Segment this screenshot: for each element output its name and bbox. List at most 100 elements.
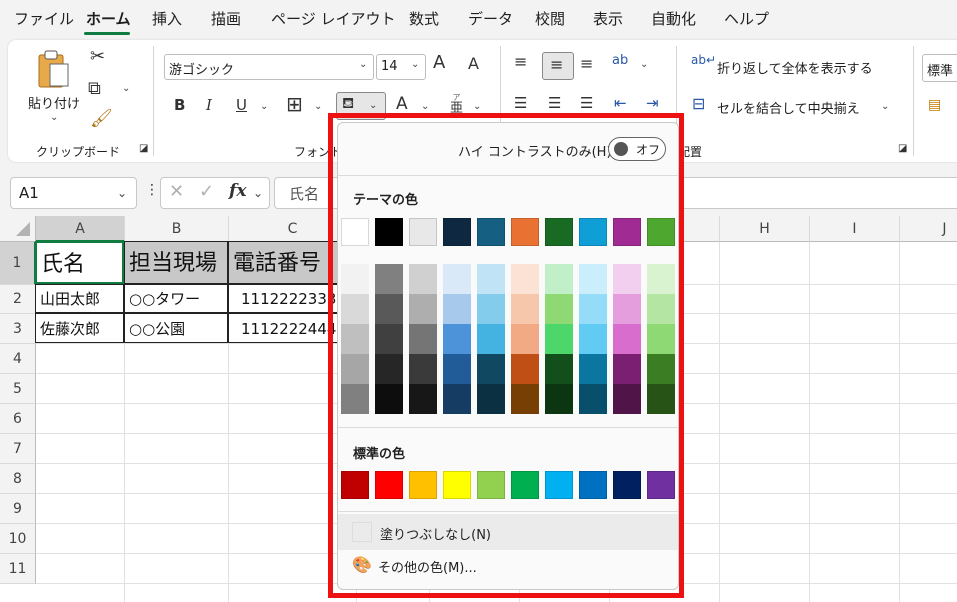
theme-color-swatch[interactable] (545, 218, 573, 246)
standard-color-swatch[interactable] (613, 471, 641, 499)
theme-color-swatch[interactable] (511, 218, 539, 246)
column-header-h[interactable]: H (720, 216, 810, 242)
menu-review[interactable]: 校閲 (535, 8, 565, 29)
cell-a1[interactable]: 氏名 (35, 241, 124, 284)
row-header-6[interactable]: 6 (0, 404, 36, 434)
theme-color-swatch[interactable] (613, 218, 641, 246)
theme-shade-swatch[interactable] (647, 294, 675, 324)
wrap-text-icon[interactable]: ab↵ (691, 54, 716, 66)
theme-color-swatch[interactable] (647, 218, 675, 246)
merge-center-icon[interactable]: ⊟ (692, 96, 705, 112)
theme-shade-swatch[interactable] (545, 384, 573, 414)
row-header-4[interactable]: 4 (0, 344, 36, 374)
chevron-down-icon[interactable]: ⌄ (117, 187, 127, 199)
theme-shade-swatch[interactable] (443, 264, 471, 294)
format-painter-icon[interactable]: 🖌 (90, 110, 113, 128)
standard-color-swatch[interactable] (477, 471, 505, 499)
font-color-dropdown-icon[interactable]: ⌄ (421, 102, 429, 112)
cell-b1[interactable]: 担当現場 (124, 241, 228, 284)
theme-shade-swatch[interactable] (647, 354, 675, 384)
standard-color-swatch[interactable] (409, 471, 437, 499)
menu-automate[interactable]: 自動化 (651, 8, 696, 29)
align-bottom-icon[interactable]: ≡ (580, 56, 593, 72)
phonetic-icon[interactable]: ア亜 (450, 94, 463, 116)
copy-dropdown-icon[interactable]: ⌄ (122, 84, 130, 94)
theme-shade-swatch[interactable] (443, 324, 471, 354)
underline-dropdown-icon[interactable]: ⌄ (260, 102, 268, 112)
menu-page-layout[interactable]: ページ レイアウト (271, 8, 395, 29)
row-header-7[interactable]: 7 (0, 434, 36, 464)
theme-shade-swatch[interactable] (647, 324, 675, 354)
theme-color-swatch[interactable] (579, 218, 607, 246)
menu-home[interactable]: ホーム (86, 8, 131, 29)
shrink-font-icon[interactable]: A (468, 56, 479, 72)
insert-function-icon[interactable]: fx (229, 183, 246, 200)
theme-shade-swatch[interactable] (341, 294, 369, 324)
italic-button[interactable]: I (206, 98, 212, 113)
row-header-10[interactable]: 10 (0, 524, 36, 554)
phonetic-dropdown-icon[interactable]: ⌄ (473, 102, 481, 112)
currency-icon[interactable]: ▤ (928, 98, 941, 112)
dialog-launcher-icon[interactable]: ◪ (898, 144, 907, 154)
theme-shade-swatch[interactable] (443, 384, 471, 414)
theme-shade-swatch[interactable] (341, 264, 369, 294)
underline-button[interactable]: U (236, 98, 247, 113)
select-all-button[interactable] (0, 216, 36, 242)
menu-view[interactable]: 表示 (593, 8, 623, 29)
theme-shade-swatch[interactable] (375, 384, 403, 414)
theme-shade-swatch[interactable] (409, 324, 437, 354)
row-header-1[interactable]: 1 (0, 242, 36, 285)
align-top-icon[interactable]: ≡ (514, 54, 527, 70)
menu-formulas[interactable]: 数式 (409, 8, 439, 29)
theme-shade-swatch[interactable] (545, 324, 573, 354)
theme-shade-swatch[interactable] (511, 294, 539, 324)
theme-shade-swatch[interactable] (477, 354, 505, 384)
align-right-icon[interactable]: ☰ (580, 96, 593, 111)
theme-shade-swatch[interactable] (613, 354, 641, 384)
column-header-b[interactable]: B (125, 216, 229, 242)
standard-color-swatch[interactable] (375, 471, 403, 499)
theme-color-swatch[interactable] (375, 218, 403, 246)
row-header-5[interactable]: 5 (0, 374, 36, 404)
align-left-icon[interactable]: ☰ (514, 96, 527, 111)
align-center-icon[interactable]: ☰ (548, 96, 561, 111)
dialog-launcher-icon[interactable]: ◪ (139, 144, 148, 154)
menu-draw[interactable]: 描画 (211, 8, 241, 29)
standard-color-swatch[interactable] (579, 471, 607, 499)
align-middle-button[interactable]: ≡ (542, 52, 574, 80)
standard-color-swatch[interactable] (443, 471, 471, 499)
theme-shade-swatch[interactable] (375, 354, 403, 384)
copy-icon[interactable]: ⧉ (88, 80, 101, 98)
paste-button[interactable]: 貼り付け (28, 93, 80, 112)
standard-color-swatch[interactable] (647, 471, 675, 499)
theme-shade-swatch[interactable] (579, 294, 607, 324)
theme-color-swatch[interactable] (341, 218, 369, 246)
theme-shade-swatch[interactable] (579, 354, 607, 384)
chevron-down-icon[interactable]: ⌄ (369, 101, 377, 111)
theme-shade-swatch[interactable] (375, 264, 403, 294)
column-header-j[interactable]: J (900, 216, 957, 242)
bold-button[interactable]: B (174, 98, 185, 113)
theme-shade-swatch[interactable] (579, 264, 607, 294)
font-name-combobox[interactable]: 游ゴシック ⌄ (164, 54, 374, 80)
wrap-text-button[interactable]: 折り返して全体を表示する (717, 58, 873, 77)
theme-shade-swatch[interactable] (613, 324, 641, 354)
paste-icon[interactable] (36, 50, 72, 90)
cancel-icon[interactable]: ✕ (169, 183, 184, 201)
decrease-indent-icon[interactable]: ⇤ (614, 96, 627, 111)
theme-shade-swatch[interactable] (511, 264, 539, 294)
theme-shade-swatch[interactable] (409, 294, 437, 324)
theme-shade-swatch[interactable] (545, 354, 573, 384)
menu-file[interactable]: ファイル (14, 8, 74, 29)
cut-icon[interactable]: ✂ (90, 48, 105, 66)
merge-dropdown-icon[interactable]: ⌄ (881, 102, 889, 112)
chevron-down-icon[interactable]: ⌄ (359, 60, 367, 70)
chevron-down-icon[interactable]: ⌄ (253, 187, 263, 199)
menu-insert[interactable]: 挿入 (152, 8, 182, 29)
row-header-2[interactable]: 2 (0, 285, 36, 314)
number-format-combobox[interactable]: 標準 (922, 54, 957, 82)
cell-b2[interactable]: ○○タワー (124, 284, 228, 313)
enter-icon[interactable]: ✓ (199, 183, 214, 201)
borders-icon[interactable]: ⊞ (286, 94, 303, 114)
no-fill-item[interactable]: 塗りつぶしなし(N) (338, 514, 678, 550)
